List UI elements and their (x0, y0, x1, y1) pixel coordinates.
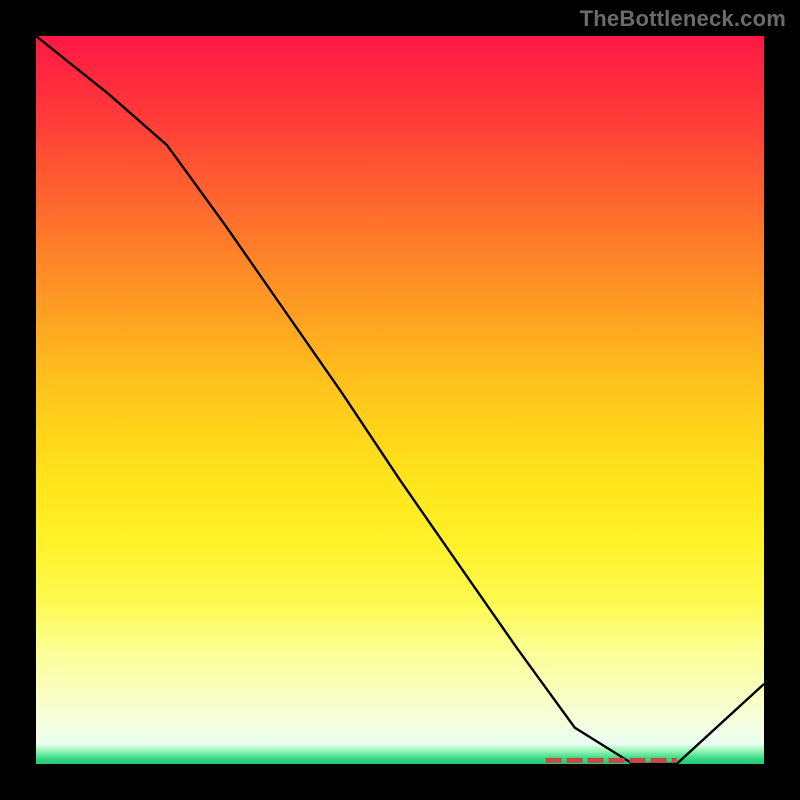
bottleneck-curve (36, 36, 764, 764)
line-layer (36, 36, 764, 764)
chart-root: TheBottleneck.com (0, 0, 800, 800)
watermark-text: TheBottleneck.com (580, 6, 786, 32)
plot-frame (32, 32, 768, 768)
